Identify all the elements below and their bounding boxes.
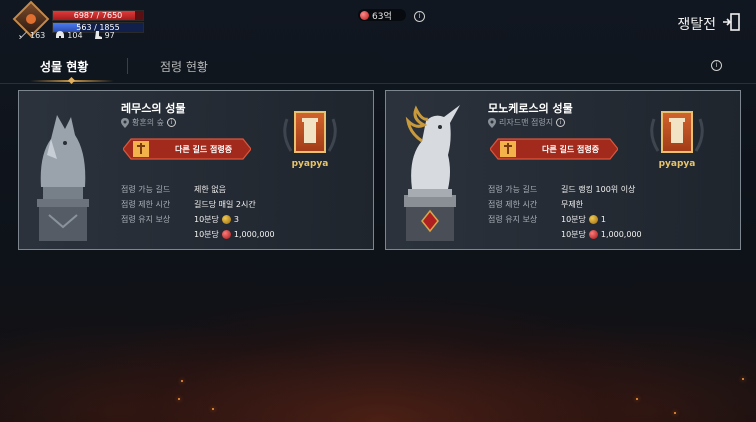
currency-display: 63억 [358,9,406,22]
row-label: 점령 제한 시간 [488,200,538,209]
tab-divider [127,58,128,74]
ember-particle [178,398,180,400]
active-tab-marker [67,76,76,85]
ember-particle [674,412,676,414]
info-row: 10분당 1,000,000 [121,229,275,240]
relic-title: 모노케로스의 성물 [488,102,573,115]
row-per: 10분당 [194,230,219,239]
location-name: 리자드맨 점령지 [499,118,554,127]
row-value: 1,000,000 [233,230,275,239]
unicorn-statue-icon [404,105,460,241]
guild-name: pyapya [658,159,696,169]
relic-card[interactable]: 레무스의 성물 황혼의 숲 i 다른 길드 점령중 pyapya 점령 가능 길… [18,90,374,250]
guild-emblem[interactable]: pyapya [275,107,345,177]
exit-door-icon[interactable] [722,12,742,32]
row-label: 점령 유지 보상 [488,215,538,224]
relic-card[interactable]: 모노케로스의 성물 리자드맨 점령지 i 다른 길드 점령중 pyapya 점령… [385,90,741,250]
info-icon[interactable]: i [711,60,722,71]
stat-value: 104 [67,30,83,40]
guild-flag-icon [294,111,326,153]
red-gem-icon [588,230,598,239]
info-row: 점령 유지 보상 10분당 1 [488,214,606,225]
stat-value: 97 [104,30,115,40]
row-value: 제한 없음 [194,185,226,194]
row-per: 10분당 [194,215,219,224]
red-gem-icon [221,230,231,239]
relic-location[interactable]: 황혼의 숲 i [121,117,176,128]
stat-sword: 163 [18,30,45,40]
info-row: 점령 가능 길드 제한 없음 [121,184,226,195]
row-per: 10분당 [561,215,586,224]
guild-flag-icon [661,111,693,153]
currency-value: 63억 [372,11,392,22]
row-per: 10분당 [561,230,586,239]
sword-icon [19,31,27,39]
stat-boot: 97 [93,30,115,40]
row-value: 길드 랭킹 100위 이상 [561,185,636,194]
relic-location[interactable]: 리자드맨 점령지 i [488,117,566,128]
info-row: 점령 가능 길드 길드 랭킹 100위 이상 [488,184,635,195]
relic-title: 레무스의 성물 [121,102,186,115]
info-row: 점령 제한 시간 무제한 [488,199,583,210]
row-value: 3 [233,215,239,224]
hp-text: 6987 / 7650 [73,11,123,20]
coin-icon [588,215,598,224]
location-pin-icon [121,117,129,128]
info-row: 점령 유지 보상 10분당 3 [121,214,239,225]
location-name: 황혼의 숲 [132,118,164,127]
tab-occupation-status[interactable]: 점령 현황 [160,58,208,75]
row-label: 점령 가능 길드 [488,185,538,194]
status-label: 다른 길드 점령중 [542,145,600,154]
info-icon[interactable]: i [556,118,566,127]
row-value: 길드당 매일 2시간 [194,200,256,209]
tab-relic-status[interactable]: 성물 현황 [40,58,88,75]
wolf-statue-icon [37,115,89,241]
row-label: 점령 제한 시간 [121,200,171,209]
guild-name: pyapya [291,159,329,169]
row-label: 점령 유지 보상 [121,215,171,224]
helmet-icon [56,31,65,38]
info-row: 점령 제한 시간 길드당 매일 2시간 [121,199,256,210]
stat-helmet: 104 [55,30,83,40]
ember-particle [742,378,744,380]
coin-icon [221,215,231,224]
currency-box: 63억 [358,9,406,22]
tab-bar: 성물 현황 점령 현황 i [0,50,756,85]
ember-particle [181,380,183,382]
top-bar: 6987 / 7650 563 / 1855 163 104 97 63억 i … [0,0,756,50]
player-stats: 163 104 97 [18,30,115,40]
boot-icon [94,31,102,39]
row-value: 1,000,000 [600,230,642,239]
page-title: 쟁탈전 [677,17,716,33]
row-label: 점령 가능 길드 [121,185,171,194]
row-value: 1 [600,215,606,224]
stat-value: 163 [30,30,46,40]
ember-particle [636,398,638,400]
status-label: 다른 길드 점령중 [175,145,233,154]
ember-particle [212,408,214,410]
info-row: 10분당 1,000,000 [488,229,642,240]
guild-emblem[interactable]: pyapya [642,107,712,177]
red-gem-icon [360,10,369,20]
row-value: 무제한 [561,200,584,209]
hp-bar: 6987 / 7650 [52,10,144,21]
info-icon[interactable]: i [166,118,176,127]
location-pin-icon [488,117,496,128]
info-icon[interactable]: i [414,11,425,22]
